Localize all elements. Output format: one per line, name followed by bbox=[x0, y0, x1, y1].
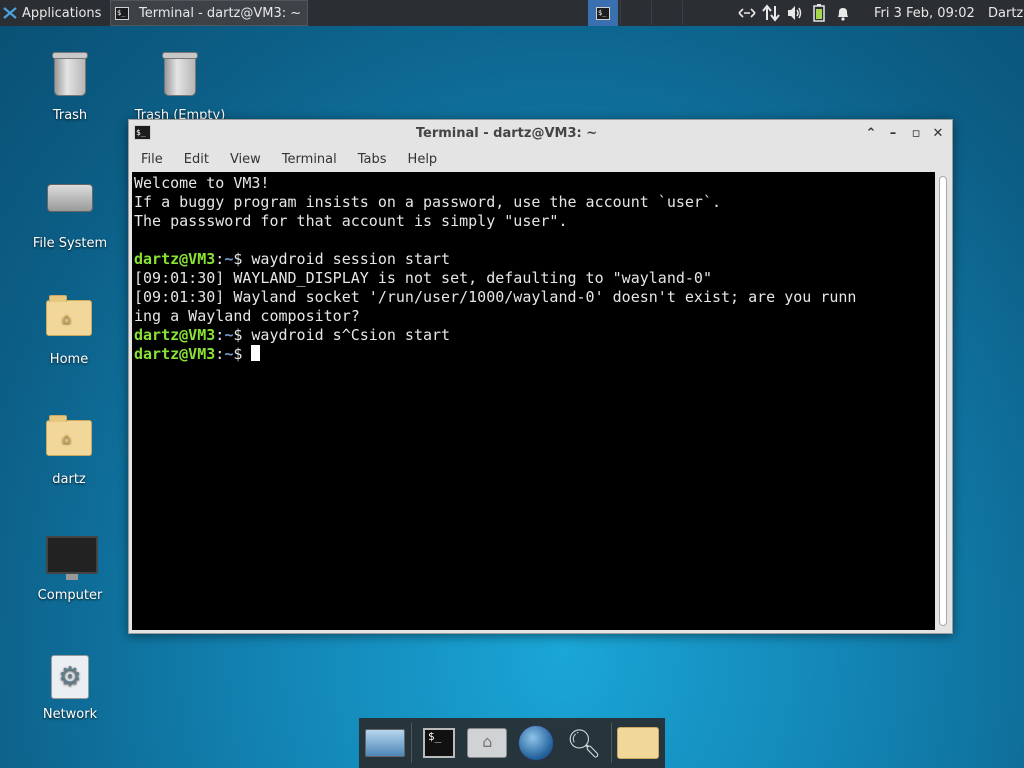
dock: $_ ⌂ 🔍︎ bbox=[359, 718, 665, 768]
scrollbar-thumb[interactable] bbox=[939, 176, 947, 626]
home-folder-icon: ⌂ bbox=[45, 415, 93, 468]
desktop-icon-trash-empty[interactable]: Trash (Empty) bbox=[130, 50, 230, 123]
menu-view[interactable]: View bbox=[218, 152, 270, 167]
menu-terminal[interactable]: Terminal bbox=[270, 152, 346, 167]
top-panel: Applications $_ Terminal - dartz@VM3: ~ … bbox=[0, 0, 1024, 26]
taskbar-terminal-title: Terminal - dartz@VM3: ~ bbox=[139, 5, 302, 21]
window-menu-chevron-up-icon[interactable]: ⌃ bbox=[861, 124, 881, 144]
terminal-line: [09:01:30] WAYLAND_DISPLAY is not set, d… bbox=[134, 269, 712, 287]
terminal-output[interactable]: Welcome to VM3! If a buggy program insis… bbox=[132, 172, 935, 630]
dock-separator bbox=[610, 723, 612, 763]
desktop-icon-label: File System bbox=[32, 236, 108, 251]
volume-icon[interactable] bbox=[784, 2, 806, 24]
terminal-scrollbar[interactable] bbox=[935, 172, 951, 630]
xfce-logo-icon bbox=[3, 7, 17, 19]
desktop-icon-label: Trash bbox=[52, 108, 88, 123]
taskbar-terminal-button[interactable]: $_ Terminal - dartz@VM3: ~ bbox=[110, 0, 308, 26]
terminal-prompt-line: dartz@VM3:~$ waydroid session start bbox=[134, 250, 935, 269]
desktop-icon-computer[interactable]: Computer bbox=[20, 530, 120, 603]
home-folder-icon: ⌂ bbox=[45, 295, 93, 348]
workspace-4-button[interactable] bbox=[682, 1, 713, 25]
prompt-dollar: $ bbox=[233, 326, 252, 344]
terminal-prompt-line: dartz@VM3:~$ waydroid s^Csion start bbox=[134, 326, 935, 345]
minimize-button[interactable]: – bbox=[883, 124, 903, 144]
window-title: Terminal - dartz@VM3: ~ bbox=[415, 126, 598, 141]
prompt-user: dartz@VM3 bbox=[134, 326, 216, 344]
clock[interactable]: Fri 3 Feb, 09:02 bbox=[874, 0, 975, 26]
menu-edit[interactable]: Edit bbox=[172, 152, 218, 167]
menu-help[interactable]: Help bbox=[396, 152, 447, 167]
workspace-1-button[interactable]: $_ bbox=[588, 0, 618, 26]
prompt-separator: : bbox=[215, 250, 225, 268]
dock-separator bbox=[411, 723, 413, 763]
menu-file[interactable]: File bbox=[129, 152, 172, 167]
prompt-user: dartz@VM3 bbox=[134, 250, 216, 268]
user-menu[interactable]: Dartz bbox=[988, 0, 1023, 26]
prompt-dollar: $ bbox=[233, 250, 252, 268]
prompt-path: ~ bbox=[224, 345, 234, 363]
applications-label: Applications bbox=[22, 5, 102, 21]
desktop-icon-trash[interactable]: Trash bbox=[20, 50, 120, 123]
desktop-icon-network[interactable]: ⚙ Network bbox=[20, 651, 120, 722]
battery-icon[interactable] bbox=[808, 2, 830, 24]
dock-web-browser-button[interactable] bbox=[514, 721, 557, 765]
terminal-line: The passsword for that account is simply… bbox=[134, 212, 568, 230]
gear-icon: ⚙ bbox=[46, 655, 94, 703]
prompt-dollar: $ bbox=[233, 345, 252, 363]
prompt-path: ~ bbox=[224, 326, 234, 344]
transfer-arrows-icon[interactable] bbox=[760, 2, 782, 24]
menu-tabs[interactable]: Tabs bbox=[346, 152, 396, 167]
show-desktop-icon bbox=[364, 729, 405, 757]
workspace-3-button[interactable] bbox=[651, 1, 682, 25]
search-icon: 🔍︎ bbox=[566, 726, 602, 760]
command-text: waydroid s^Csion start bbox=[251, 326, 451, 344]
monitor-icon bbox=[46, 536, 98, 584]
window-titlebar[interactable]: $_ Terminal - dartz@VM3: ~ ⌃ – ▫ ✕ bbox=[129, 120, 952, 147]
terminal-window[interactable]: $_ Terminal - dartz@VM3: ~ ⌃ – ▫ ✕ File … bbox=[128, 119, 953, 634]
home-icon: ⌂ bbox=[467, 728, 508, 758]
web-browser-icon bbox=[517, 725, 554, 761]
terminal-line: [09:01:30] Wayland socket '/run/user/100… bbox=[134, 288, 857, 306]
desktop-icon-home[interactable]: ⌂ Home bbox=[19, 290, 119, 367]
dock-home-button[interactable]: ⌂ bbox=[466, 721, 509, 765]
notifications-bell-icon[interactable] bbox=[832, 2, 854, 24]
close-button[interactable]: ✕ bbox=[928, 124, 948, 144]
desktop-icon-label: Network bbox=[42, 707, 98, 722]
maximize-button[interactable]: ▫ bbox=[906, 124, 926, 144]
desktop-icon-dartz[interactable]: ⌂ dartz bbox=[19, 410, 119, 487]
prompt-user: dartz@VM3 bbox=[134, 345, 216, 363]
workspace-2-button[interactable] bbox=[620, 1, 651, 25]
dock-folder-button[interactable] bbox=[617, 721, 660, 765]
folder-icon bbox=[617, 727, 660, 759]
system-tray bbox=[736, 0, 856, 26]
menu-bar: File Edit View Terminal Tabs Help bbox=[129, 147, 952, 171]
desktop-icon-label: Home bbox=[49, 352, 89, 367]
terminal-line: ing a Wayland compositor? bbox=[134, 307, 360, 325]
network-connection-icon[interactable] bbox=[736, 2, 758, 24]
trash-icon bbox=[46, 52, 94, 104]
prompt-separator: : bbox=[215, 345, 225, 363]
desktop-icon-label: Computer bbox=[37, 588, 103, 603]
terminal-icon: $_ bbox=[423, 728, 455, 758]
prompt-separator: : bbox=[215, 326, 225, 344]
desktop-icon-label: dartz bbox=[52, 472, 86, 487]
text-cursor bbox=[251, 345, 261, 361]
terminal-icon: $_ bbox=[596, 6, 610, 20]
command-text: waydroid session start bbox=[251, 250, 451, 268]
show-desktop-button[interactable] bbox=[363, 721, 406, 765]
drive-icon bbox=[46, 184, 94, 232]
applications-menu[interactable]: Applications bbox=[0, 0, 101, 26]
desktop-icon-file-system[interactable]: File System bbox=[20, 170, 120, 251]
prompt-path: ~ bbox=[224, 250, 234, 268]
terminal-prompt-line: dartz@VM3:~$ bbox=[134, 345, 935, 364]
workspace-switcher[interactable] bbox=[620, 0, 720, 26]
trash-icon bbox=[156, 52, 204, 104]
dock-search-button[interactable]: 🔍︎ bbox=[562, 721, 605, 765]
terminal-line: Welcome to VM3! bbox=[134, 174, 270, 192]
terminal-line: If a buggy program insists on a password… bbox=[134, 193, 721, 211]
terminal-icon: $_ bbox=[115, 6, 129, 20]
dock-terminal-button[interactable]: $_ bbox=[417, 721, 460, 765]
